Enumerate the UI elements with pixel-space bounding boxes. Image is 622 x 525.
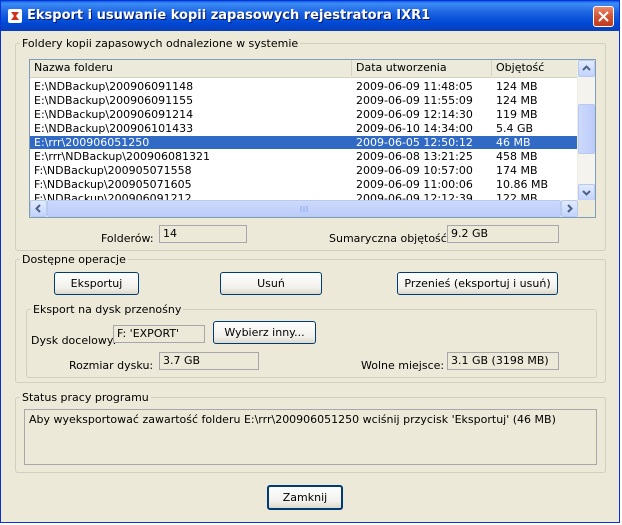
table-row-selected[interactable]: E:\rrr\200906051250 2009-06-05 12:50:12 … bbox=[30, 136, 580, 149]
column-header-size[interactable]: Objętość bbox=[492, 60, 580, 76]
folder-date: 2009-06-09 12:14:30 bbox=[356, 108, 473, 121]
folder-size: 119 MB bbox=[496, 108, 538, 121]
vertical-scrollbar[interactable] bbox=[577, 60, 595, 201]
scroll-up-button[interactable] bbox=[578, 60, 595, 77]
table-row[interactable]: E:\NDBackup\200906101433 2009-06-10 14:3… bbox=[30, 122, 580, 135]
folder-size: 124 MB bbox=[496, 80, 538, 93]
list-header: Nazwa folderu Data utworzenia Objętość bbox=[30, 60, 580, 78]
folder-name: E:\NDBackup\200906101433 bbox=[34, 122, 194, 135]
folder-date: 2009-06-09 11:00:06 bbox=[356, 178, 473, 191]
delete-button[interactable]: Usuń bbox=[220, 272, 322, 295]
table-row[interactable]: E:\rrr\NDBackup\200906081321 2009-06-08 … bbox=[30, 150, 580, 163]
folder-name: F:\NDBackup\200905071605 bbox=[34, 178, 192, 191]
disk-size-field: 3.7 GB bbox=[159, 352, 259, 370]
folders-list[interactable]: Nazwa folderu Data utworzenia Objętość E… bbox=[29, 59, 596, 218]
folder-name: E:\NDBackup\200906091214 bbox=[34, 108, 194, 121]
portable-export-legend: Eksport na dysk przenośny bbox=[33, 303, 182, 316]
move-button[interactable]: Przenieś (eksportuj i usuń) bbox=[397, 272, 558, 295]
main-window: Eksport i usuwanie kopii zapasowych reje… bbox=[0, 0, 620, 523]
folders-group-legend: Foldery kopii zapasowych odnalezione w s… bbox=[22, 37, 299, 50]
folder-size: 174 MB bbox=[496, 164, 538, 177]
close-window-button[interactable] bbox=[593, 6, 614, 27]
folder-date: 2009-06-09 11:55:09 bbox=[356, 94, 473, 107]
horizontal-scrollbar[interactable] bbox=[30, 200, 578, 217]
operations-group-legend: Dostępne operacje bbox=[22, 253, 126, 266]
folder-date: 2009-06-05 12:50:12 bbox=[356, 136, 473, 149]
table-row[interactable]: F:\NDBackup\200905071558 2009-06-09 10:5… bbox=[30, 164, 580, 177]
folders-count-field: 14 bbox=[159, 225, 247, 243]
scroll-corner bbox=[578, 200, 595, 217]
free-space-label: Wolne miejsce: bbox=[361, 359, 445, 372]
folder-size: 46 MB bbox=[496, 136, 531, 149]
folder-name: E:\NDBackup\200906091148 bbox=[34, 80, 194, 93]
title-bar[interactable]: Eksport i usuwanie kopii zapasowych reje… bbox=[1, 1, 619, 31]
chevron-up-icon bbox=[582, 65, 591, 71]
chevron-right-icon bbox=[567, 204, 573, 213]
disk-size-label: Rozmiar dysku: bbox=[69, 359, 154, 372]
target-drive-field: F: 'EXPORT' bbox=[113, 325, 205, 343]
total-size-field: 9.2 GB bbox=[447, 225, 559, 243]
table-row[interactable]: E:\NDBackup\200906091155 2009-06-09 11:5… bbox=[30, 94, 580, 107]
folder-name: E:\rrr\NDBackup\200906081321 bbox=[34, 150, 210, 163]
horizontal-scroll-thumb[interactable] bbox=[47, 200, 561, 217]
export-button[interactable]: Eksportuj bbox=[54, 272, 139, 295]
scroll-right-button[interactable] bbox=[561, 200, 578, 217]
scroll-left-button[interactable] bbox=[30, 200, 47, 217]
table-row[interactable]: E:\NDBackup\200906091214 2009-06-09 12:1… bbox=[30, 108, 580, 121]
folder-date: 2009-06-08 13:21:25 bbox=[356, 150, 473, 163]
app-icon bbox=[7, 8, 23, 24]
target-drive-label: Dysk docelowy: bbox=[31, 334, 117, 347]
chevron-down-icon bbox=[582, 190, 591, 196]
scroll-down-button[interactable] bbox=[578, 184, 595, 201]
folders-count-label: Folderów: bbox=[101, 232, 154, 245]
column-header-date[interactable]: Data utworzenia bbox=[352, 60, 492, 76]
folder-date: 2009-06-09 10:57:00 bbox=[356, 164, 473, 177]
folder-size: 10.86 MB bbox=[496, 178, 549, 191]
close-button[interactable]: Zamknij bbox=[267, 485, 343, 510]
folder-name: E:\rrr\200906051250 bbox=[34, 136, 150, 149]
folder-size: 124 MB bbox=[496, 94, 538, 107]
table-row[interactable]: F:\NDBackup\200905071605 2009-06-09 11:0… bbox=[30, 178, 580, 191]
choose-drive-button[interactable]: Wybierz inny... bbox=[213, 321, 316, 344]
vertical-scroll-thumb[interactable] bbox=[578, 104, 595, 154]
folder-name: F:\NDBackup\200905071558 bbox=[34, 164, 192, 177]
folder-date: 2009-06-09 11:48:05 bbox=[356, 80, 473, 93]
folder-name: E:\NDBackup\200906091155 bbox=[34, 94, 194, 107]
status-message: Aby wyeksportować zawartość folderu E:\r… bbox=[24, 409, 597, 465]
free-space-field: 3.1 GB (3198 MB) bbox=[447, 352, 559, 370]
status-group-legend: Status pracy programu bbox=[22, 391, 149, 404]
folder-date: 2009-06-10 14:34:00 bbox=[356, 122, 473, 135]
table-row[interactable]: E:\NDBackup\200906091148 2009-06-09 11:4… bbox=[30, 80, 580, 93]
chevron-left-icon bbox=[35, 204, 41, 213]
column-header-name[interactable]: Nazwa folderu bbox=[30, 60, 352, 76]
close-icon bbox=[598, 11, 609, 22]
folder-size: 458 MB bbox=[496, 150, 538, 163]
grip-icon bbox=[300, 206, 308, 212]
window-title: Eksport i usuwanie kopii zapasowych reje… bbox=[27, 8, 431, 23]
total-size-label: Sumaryczna objętość: bbox=[329, 232, 451, 245]
folder-size: 5.4 GB bbox=[496, 122, 534, 135]
